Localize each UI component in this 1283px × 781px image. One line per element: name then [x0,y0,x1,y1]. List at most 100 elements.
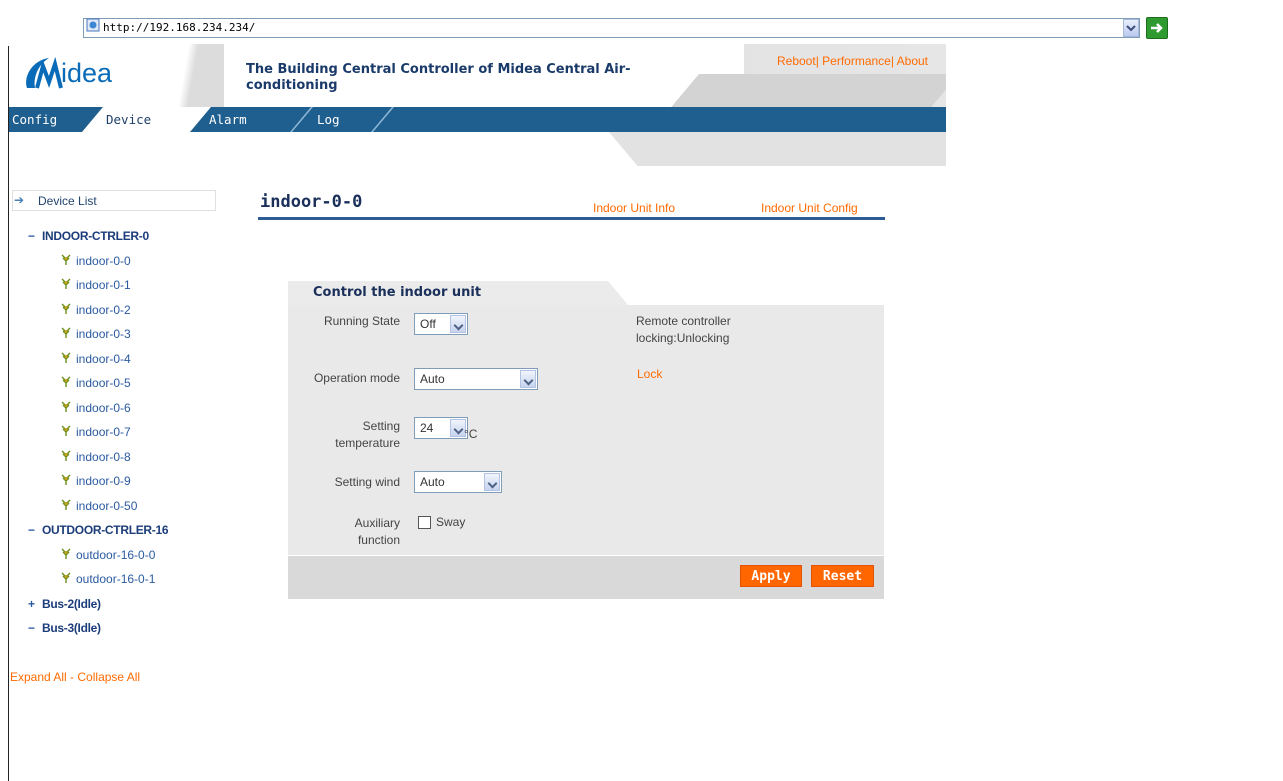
tree-group-1[interactable]: − OUTDOOR-CTRLER-16 [28,523,169,537]
nav-bar: Config Device Alarm Log [9,107,946,132]
device-leaf-icon [61,376,71,387]
tree-group-label: INDOOR-CTRLER-0 [42,229,149,243]
lock-link[interactable]: Lock [637,366,662,383]
device-list-header[interactable]: ➔ Device List [12,190,216,211]
url-input[interactable]: http://192.168.234.234/ [83,18,1140,38]
reboot-link[interactable]: Reboot [777,54,816,68]
go-button[interactable] [1146,17,1168,39]
tab-log[interactable]: Log [317,107,340,132]
expand-icon[interactable]: + [28,597,42,611]
tree-item-label: indoor-0-2 [76,302,131,317]
collapse-all-link[interactable]: Collapse All [77,670,140,684]
device-leaf-icon [61,572,71,583]
chevron-down-icon [1126,25,1136,32]
tree-item-label: indoor-0-8 [76,449,131,464]
tree-item-label: indoor-0-6 [76,400,131,415]
tree-item[interactable]: indoor-0-3 [60,327,131,341]
device-title: indoor-0-0 [260,192,363,212]
running-state-value: Off [420,317,436,331]
performance-link[interactable]: Performance [822,54,891,68]
tree-item-label: indoor-0-3 [76,327,131,341]
device-leaf-icon [61,474,71,485]
arrow-right-icon: ➔ [14,193,25,207]
sway-checkbox[interactable] [418,516,431,529]
panel-title: Control the indoor unit [313,285,482,300]
tree-item[interactable]: indoor-0-2 [60,303,131,317]
tab-device[interactable]: Device [106,107,151,132]
reset-button[interactable]: Reset [811,565,874,587]
device-list-label: Device List [38,194,97,208]
collapse-icon[interactable]: − [28,523,42,537]
tree-item-label: indoor-0-50 [76,498,138,513]
auxiliary-function-label: Auxiliary function [354,516,400,547]
tab-config[interactable]: Config [12,107,57,132]
collapse-icon[interactable]: − [28,621,42,635]
tree-item[interactable]: indoor-0-5 [60,376,131,390]
tree-item-label: indoor-0-1 [76,278,131,292]
apply-button[interactable]: Apply [740,565,802,587]
address-dropdown-button[interactable] [1123,19,1139,37]
tree-item[interactable]: indoor-0-8 [60,450,131,464]
tree-item[interactable]: indoor-0-1 [60,278,131,292]
tree-group-label: Bus-2(Idle) [42,596,101,611]
device-leaf-icon [61,327,71,338]
device-leaf-icon [61,401,71,412]
running-state-select[interactable]: Off [414,313,468,335]
expand-all-link[interactable]: Expand All [10,670,67,684]
collapse-icon[interactable]: − [28,229,42,243]
tree-item-label: indoor-0-7 [76,425,131,439]
tree-item[interactable]: indoor-0-6 [60,401,131,415]
tree-item-label: indoor-0-5 [76,376,131,390]
tree-item[interactable]: indoor-0-50 [60,499,137,513]
device-leaf-icon [61,303,71,314]
indoor-unit-info-link[interactable]: Indoor Unit Info [593,201,675,215]
tree-item-label: indoor-0-9 [76,474,131,488]
tree-group-3[interactable]: − Bus-3(Idle) [28,621,101,635]
setting-wind-label: Setting wind [334,475,400,489]
device-leaf-icon [61,278,71,289]
logo-text: idea [61,58,113,88]
operation-mode-label: Operation mode [313,371,400,385]
address-bar: http://192.168.234.234/ [83,16,1184,42]
device-leaf-icon [61,254,71,265]
panel-footer: Apply Reset [288,555,884,599]
chevron-down-icon [450,315,466,333]
tree-item[interactable]: indoor-0-0 [60,254,131,268]
page-icon [86,18,100,32]
setting-temperature-select[interactable]: 24 [414,417,468,439]
tree-item[interactable]: indoor-0-9 [60,474,131,488]
title-divider [258,217,885,220]
expand-collapse-links: Expand All - Collapse All [10,670,140,684]
device-leaf-icon [61,548,71,559]
device-leaf-icon [61,499,71,510]
link-separator: - [66,670,78,684]
remote-lock-status: Remote controller locking:Unlocking [636,314,731,345]
arrow-right-icon [1151,23,1163,33]
top-links: Reboot| Performance| About [776,54,928,68]
tree-group-0[interactable]: − INDOOR-CTRLER-0 [28,229,149,243]
tree-item[interactable]: indoor-0-7 [60,425,131,439]
indoor-unit-config-link[interactable]: Indoor Unit Config [761,201,858,215]
header-title: The Building Central Controller of Midea… [246,62,631,93]
tree-item[interactable]: outdoor-16-0-1 [60,572,155,586]
midea-swoosh-icon [26,56,63,89]
tree-item[interactable]: outdoor-16-0-0 [60,548,155,562]
tree-item-label: outdoor-16-0-1 [76,572,156,586]
control-panel: Control the indoor unit Running State Of… [288,281,884,599]
tree-item[interactable]: indoor-0-4 [60,352,131,366]
temperature-unit: °C [464,427,478,441]
sway-label: Sway [436,515,466,529]
tree-group-2[interactable]: + Bus-2(Idle) [28,597,101,611]
setting-wind-value: Auto [420,475,445,489]
tree-group-label: OUTDOOR-CTRLER-16 [42,523,169,537]
device-leaf-icon [61,352,71,363]
device-leaf-icon [61,425,71,436]
device-leaf-icon [61,450,71,461]
tab-alarm[interactable]: Alarm [209,107,247,132]
operation-mode-select[interactable]: Auto [414,368,538,390]
about-link[interactable]: About [897,54,928,68]
setting-temperature-label: Setting temperature [335,419,400,450]
setting-wind-select[interactable]: Auto [414,471,502,493]
page-header: idea The Building Central Controller of … [9,44,946,107]
chevron-down-icon [484,473,500,491]
